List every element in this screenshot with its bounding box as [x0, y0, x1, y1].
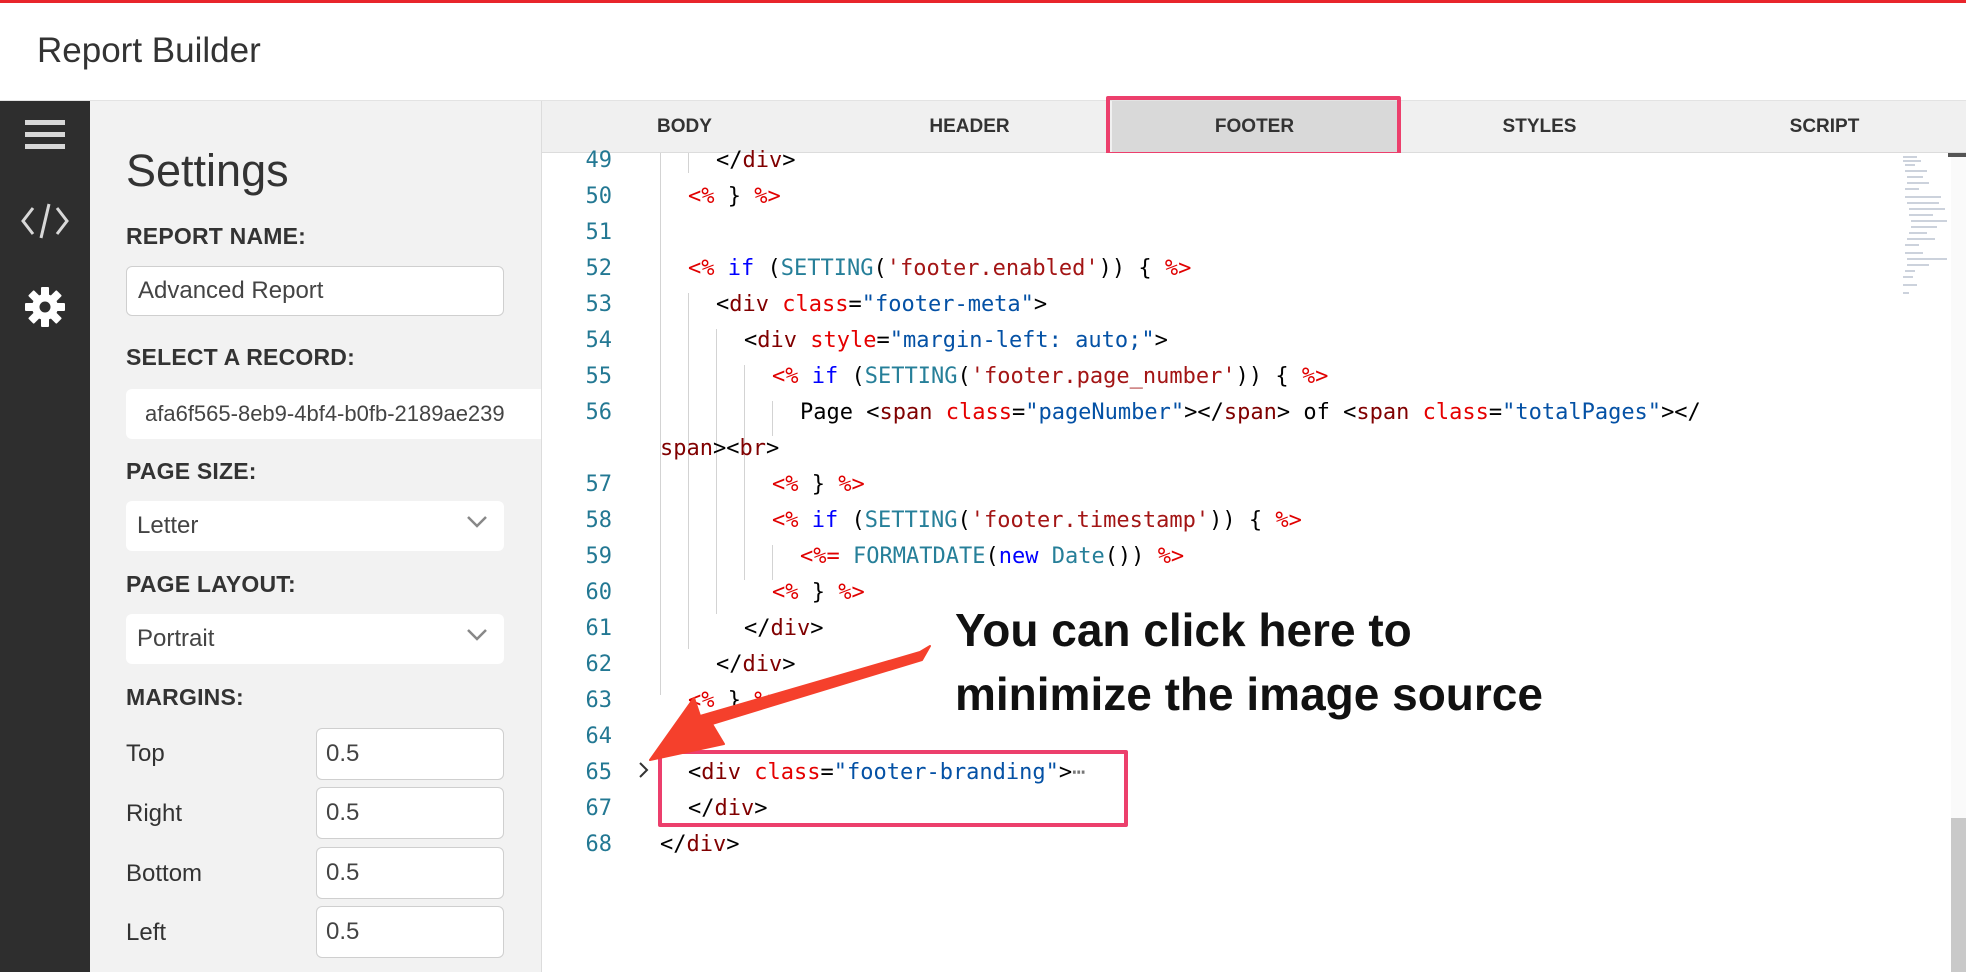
indent-guide: [772, 401, 773, 436]
indent-guide: [772, 545, 773, 580]
report-name-input[interactable]: Advanced Report: [126, 266, 504, 316]
code-line: <%= FORMATDATE(new Date()) %>: [800, 544, 1185, 569]
line-number: 52: [585, 256, 613, 281]
chevron-down-icon: [467, 516, 487, 528]
indent-guide: [716, 329, 717, 614]
code-line: <% if (SETTING('footer.enabled')) { %>: [688, 256, 1192, 281]
code-line: </div>: [660, 832, 740, 857]
scroll-position-marker: [1948, 153, 1966, 157]
indent-guide: [660, 153, 661, 695]
annotation-callout: You can click here to minimize the image…: [955, 598, 1543, 726]
line-number: 55: [585, 364, 613, 389]
page-layout-select[interactable]: Portrait: [126, 614, 504, 664]
margin-bottom-input[interactable]: 0.5: [316, 847, 504, 899]
page-size-label: PAGE SIZE:: [126, 458, 257, 484]
code-line-wrap: span><br>: [660, 436, 780, 461]
callout-line: You can click here to: [955, 604, 1412, 656]
page-layout-value: Portrait: [137, 625, 215, 652]
title-bar: Report Builder: [0, 3, 1966, 101]
callout-line: minimize the image source: [955, 668, 1543, 720]
code-line: Page <span class="pageNumber"></span> of…: [800, 400, 1701, 425]
settings-panel: Settings REPORT NAME: Advanced Report SE…: [90, 101, 542, 972]
code-line: <div style="margin-left: auto;">: [744, 328, 1168, 353]
tab-styles[interactable]: STYLES: [1397, 101, 1682, 153]
code-icon[interactable]: [0, 191, 90, 251]
app-title: Report Builder: [37, 31, 261, 70]
scrollbar-thumb[interactable]: [1951, 818, 1966, 972]
code-line: <% if (SETTING('footer.page_number')) { …: [772, 364, 1329, 389]
line-number: 49: [585, 148, 613, 173]
line-number: 64: [585, 724, 613, 749]
line-number: 67: [585, 796, 613, 821]
line-number: 63: [585, 688, 613, 713]
footer-tab-highlight: [1106, 96, 1401, 156]
line-number: 51: [585, 220, 613, 245]
line-number: 54: [585, 328, 613, 353]
line-number: 59: [585, 544, 613, 569]
fold-toggle-icon[interactable]: [634, 757, 658, 785]
tab-script[interactable]: SCRIPT: [1682, 101, 1966, 153]
code-line: <div class="footer-meta">: [716, 292, 1048, 317]
tab-body[interactable]: BODY: [542, 101, 827, 153]
margin-bottom-label: Bottom: [126, 860, 203, 887]
code-line: <% } %>: [688, 688, 781, 713]
code-line: <% if (SETTING('footer.timestamp')) { %>: [772, 508, 1302, 533]
indent-guide: [744, 365, 745, 580]
code-line: <% } %>: [772, 580, 865, 605]
code-minimap[interactable]: [1857, 153, 1957, 303]
code-line: </div>: [716, 652, 796, 677]
line-number: 65: [585, 760, 613, 785]
settings-title: Settings: [126, 145, 289, 196]
chevron-down-icon: [467, 629, 487, 641]
indent-guide: [688, 153, 689, 173]
margin-top-input[interactable]: 0.5: [316, 728, 504, 780]
page-size-select[interactable]: Letter: [126, 501, 504, 551]
code-line: </div>: [716, 148, 796, 173]
line-number: 56: [585, 400, 613, 425]
page-layout-label: PAGE LAYOUT:: [126, 571, 296, 597]
report-name-label: REPORT NAME:: [126, 223, 307, 249]
code-line: <% } %>: [688, 184, 781, 209]
margin-left-input[interactable]: 0.5: [316, 906, 504, 958]
gear-icon[interactable]: [0, 277, 90, 337]
line-number: 68: [585, 832, 613, 857]
code-line: </div>: [744, 616, 824, 641]
icon-rail: [0, 101, 90, 972]
indent-guide: [688, 293, 689, 649]
page-size-value: Letter: [137, 512, 199, 539]
menu-icon[interactable]: [0, 105, 90, 165]
margin-top-label: Top: [126, 740, 165, 767]
line-number: 50: [585, 184, 613, 209]
tab-header[interactable]: HEADER: [827, 101, 1112, 153]
margins-label: MARGINS:: [126, 684, 244, 710]
code-editor[interactable]: 49 50 51 52 53 54 55 56 57 58 59 60 61 6…: [542, 148, 1966, 972]
margin-left-label: Left: [126, 919, 167, 946]
folded-block-highlight: [658, 750, 1128, 827]
line-number: 60: [585, 580, 613, 605]
margin-right-input[interactable]: 0.5: [316, 787, 504, 839]
line-number: 62: [585, 652, 613, 677]
select-record-label: SELECT A RECORD:: [126, 344, 355, 370]
margin-right-label: Right: [126, 800, 183, 827]
line-number: 61: [585, 616, 613, 641]
record-select[interactable]: afa6f565-8eb9-4bf4-b0fb-2189ae239: [126, 389, 541, 439]
line-number: 57: [585, 472, 613, 497]
code-line: <% } %>: [772, 472, 865, 497]
line-number: 58: [585, 508, 613, 533]
line-number: 53: [585, 292, 613, 317]
